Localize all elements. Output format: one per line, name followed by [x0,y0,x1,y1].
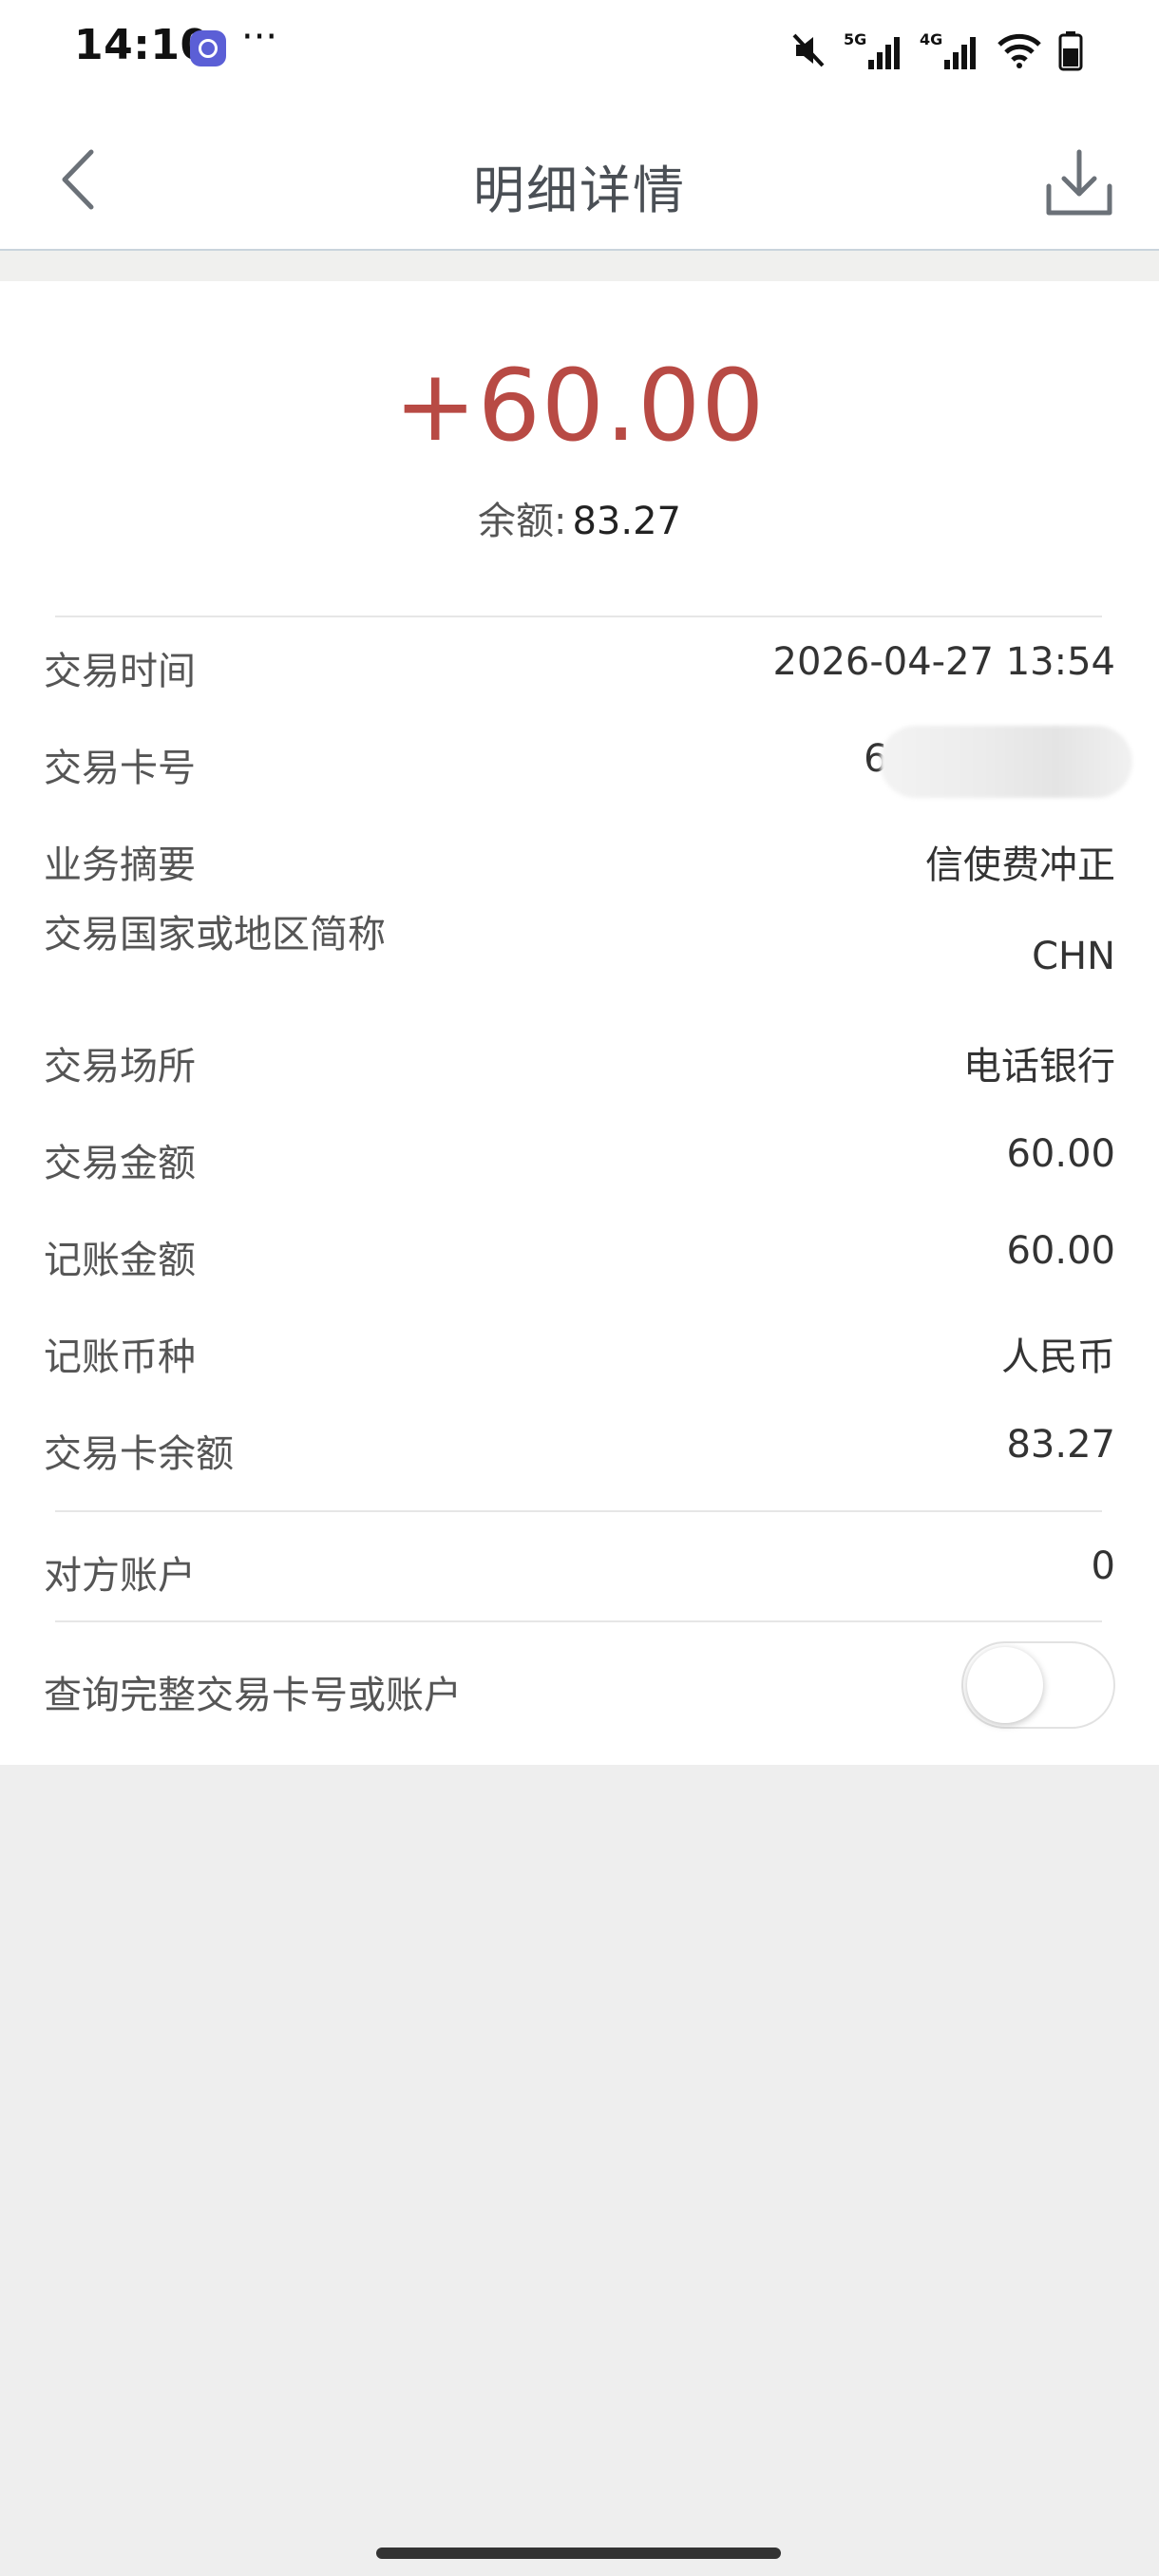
query-full-toggle[interactable] [961,1641,1115,1729]
detail-label: 交易卡号 [44,747,196,790]
detail-label: 交易时间 [44,650,196,693]
detail-label: 交易卡余额 [44,1432,234,1476]
detail-value: 83.27 [1006,1423,1115,1467]
redacted-area [880,726,1132,798]
balance-label: 余额: [478,500,567,543]
divider [55,1510,1102,1512]
download-icon [1046,149,1112,216]
transaction-detail-card: +60.00 余额: 83.27 交易时间 2026-04-27 13:54 交易… [0,281,1159,1765]
detail-value: 人民币 [1001,1335,1115,1379]
detail-value: 2026-04-27 13:54 [772,640,1115,684]
detail-value: 电话银行 [963,1045,1115,1089]
page-title: 明细详情 [473,161,686,220]
detail-value: 60.00 [1006,1132,1115,1176]
mute-icon [792,33,825,67]
balance-line: 余额: 83.27 [0,490,1159,545]
detail-label: 交易国家或地区简称 [44,913,386,957]
section-gap [0,251,1159,281]
status-bar: 14:10 ··· 5G 4G [0,0,1159,104]
app-notification-icon [190,30,226,66]
wifi-icon [998,33,1041,68]
balance-value: 83.27 [572,500,681,543]
detail-value: CHN [1032,935,1115,978]
detail-value: 信使费冲正 [925,843,1115,887]
transaction-amount: +60.00 [393,348,766,464]
counterparty-label: 对方账户 [44,1554,196,1598]
detail-label: 业务摘要 [44,843,196,887]
query-full-label: 查询完整交易卡号或账户 [44,1674,462,1717]
battery-icon [1058,31,1083,71]
signal-4g-icon: 4G [920,30,976,69]
detail-label: 记账币种 [44,1335,196,1379]
home-indicator [376,2548,781,2559]
nav-bar: 明细详情 [0,104,1159,251]
divider [55,616,1102,617]
more-notifications-icon: ··· [241,15,278,59]
status-icons: 5G 4G [790,27,1083,74]
network-label-5g: 5G [844,30,866,48]
divider [55,1620,1102,1622]
toggle-knob [967,1647,1043,1723]
download-button[interactable] [1043,146,1115,218]
detail-label: 交易场所 [44,1045,196,1089]
detail-label: 交易金额 [44,1142,196,1185]
signal-5g-icon: 5G [844,30,900,69]
counterparty-value: 0 [1091,1544,1115,1588]
detail-value: 60.00 [1006,1229,1115,1273]
detail-label: 记账金额 [44,1239,196,1282]
network-label-4g: 4G [920,30,942,48]
